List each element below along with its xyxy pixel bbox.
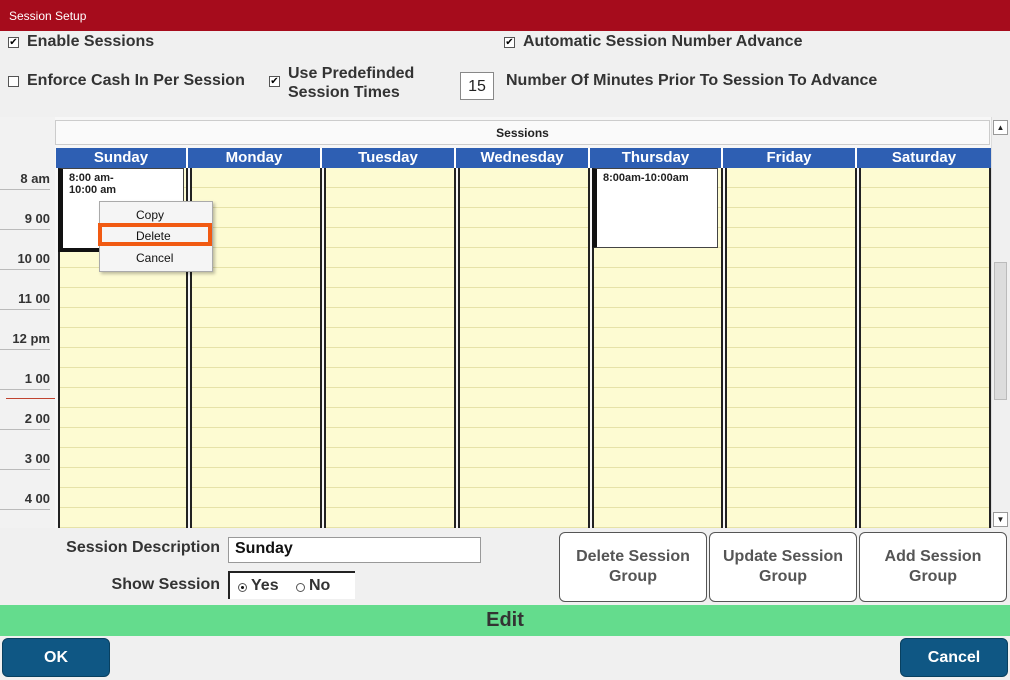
day-header-thursday[interactable]: Thursday: [590, 148, 723, 168]
day-column-friday[interactable]: [725, 168, 857, 528]
day-header-friday[interactable]: Friday: [723, 148, 857, 168]
predefined-times-line2: Session Times: [288, 84, 400, 101]
edit-status-bar: Edit: [0, 605, 1010, 636]
yes-label[interactable]: Yes: [251, 577, 279, 595]
checkmark-icon: ✔: [505, 37, 514, 48]
appointment-thursday[interactable]: 8:00am-10:00am: [592, 168, 718, 248]
cancel-button[interactable]: Cancel: [900, 638, 1008, 677]
scroll-thumb[interactable]: [994, 262, 1007, 400]
session-description-input[interactable]: Sunday: [228, 537, 481, 563]
calendar-scrollbar[interactable]: ▲ ▼: [991, 117, 1008, 528]
time-label: 1 00: [0, 371, 50, 390]
button-label-line2: Group: [759, 568, 807, 585]
time-label: 2 00: [0, 411, 50, 430]
current-time-line: [6, 398, 55, 399]
session-description-label: Session Description: [66, 539, 220, 556]
time-label: 8 am: [0, 171, 50, 190]
time-label: 9 00: [0, 211, 50, 230]
day-header-saturday[interactable]: Saturday: [857, 148, 991, 168]
time-label: 10 00: [0, 251, 50, 270]
title-bar: Session Setup: [0, 0, 1010, 31]
time-label: 3 00: [0, 451, 50, 470]
auto-advance-checkbox[interactable]: ✔: [504, 37, 515, 48]
button-label-line1: Add Session: [884, 548, 982, 565]
day-header-monday[interactable]: Monday: [188, 148, 322, 168]
show-session-no-radio[interactable]: [296, 583, 305, 592]
calendar-title: Sessions: [55, 120, 990, 145]
time-label: 4 00: [0, 491, 50, 510]
delete-session-group-button[interactable]: Delete Session Group: [559, 532, 707, 602]
context-menu-copy[interactable]: Copy: [100, 205, 210, 225]
button-label-line2: Group: [909, 568, 957, 585]
scroll-up-icon[interactable]: ▲: [993, 120, 1008, 135]
day-header-sunday[interactable]: Sunday: [56, 148, 188, 168]
predefined-times-checkbox[interactable]: ✔: [269, 76, 280, 87]
minutes-prior-input[interactable]: 15: [460, 72, 494, 100]
enable-sessions-checkbox[interactable]: ✔: [8, 37, 19, 48]
day-column-wednesday[interactable]: [458, 168, 590, 528]
checkmark-icon: ✔: [270, 76, 279, 87]
time-label: 12 pm: [0, 331, 50, 350]
appointment-time: 8:00am-10:00am: [603, 172, 689, 184]
update-session-group-button[interactable]: Update Session Group: [709, 532, 857, 602]
sessions-calendar: 8 am 9 00 10 00 11 00 12 pm 1 00 2 00 3 …: [0, 117, 1008, 528]
predefined-times-line1: Use Predefinded: [288, 65, 415, 82]
button-label-line1: Update Session: [722, 548, 844, 565]
context-menu-cancel[interactable]: Cancel: [100, 248, 210, 268]
enforce-cash-label[interactable]: Enforce Cash In Per Session: [27, 72, 245, 90]
enforce-cash-checkbox[interactable]: [8, 76, 19, 87]
window-title: Session Setup: [9, 9, 87, 23]
appointment-time-line1: 8:00 am-: [69, 172, 114, 184]
time-gutter: 8 am 9 00 10 00 11 00 12 pm 1 00 2 00 3 …: [0, 117, 55, 528]
scroll-down-icon[interactable]: ▼: [993, 512, 1008, 527]
delete-highlight-box: [98, 223, 212, 246]
button-label-line2: Group: [608, 568, 657, 585]
enable-sessions-label[interactable]: Enable Sessions: [27, 33, 154, 51]
day-column-tuesday[interactable]: [324, 168, 456, 528]
no-label[interactable]: No: [309, 577, 330, 595]
day-header-tuesday[interactable]: Tuesday: [322, 148, 456, 168]
day-column-saturday[interactable]: [859, 168, 991, 528]
show-session-yes-radio[interactable]: [238, 583, 247, 592]
add-session-group-button[interactable]: Add Session Group: [859, 532, 1007, 602]
day-header-wednesday[interactable]: Wednesday: [456, 148, 590, 168]
show-session-radio-group: Yes No: [228, 571, 355, 599]
show-session-label: Show Session: [111, 576, 220, 593]
appointment-time-line2: 10:00 am: [69, 184, 117, 196]
checkmark-icon: ✔: [9, 37, 18, 48]
minutes-prior-label: Number Of Minutes Prior To Session To Ad…: [506, 72, 878, 89]
ok-button[interactable]: OK: [2, 638, 110, 677]
time-label: 11 00: [0, 291, 50, 310]
auto-advance-label[interactable]: Automatic Session Number Advance: [523, 33, 802, 51]
predefined-times-label[interactable]: Use Predefinded Session Times: [288, 64, 414, 102]
button-label-line1: Delete Session: [576, 548, 690, 565]
